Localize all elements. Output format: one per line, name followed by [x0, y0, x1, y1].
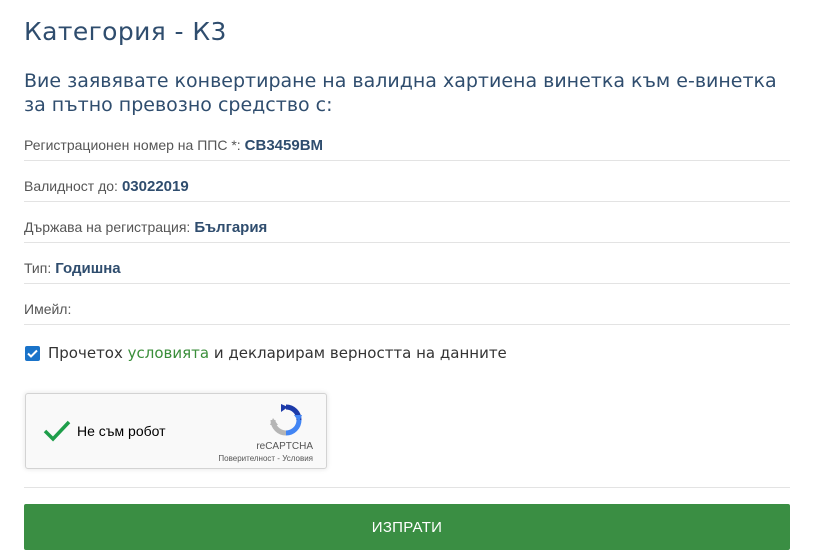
recaptcha-logo-icon [270, 404, 302, 436]
field-registration-number: Регистрационен номер на ППС *: СВ3459ВМ [24, 120, 790, 161]
submit-button[interactable]: ИЗПРАТИ [24, 504, 790, 550]
recaptcha-terms-link[interactable]: Условия [282, 454, 313, 463]
field-value: Годишна [55, 260, 121, 277]
field-valid-until: Валидност до: 03022019 [24, 161, 790, 202]
recaptcha-brand: reCAPTCHA [256, 441, 313, 452]
intro-text: Вие заявявате конвертиране на валидна ха… [24, 69, 784, 117]
field-type: Тип: Годишна [24, 243, 790, 284]
field-value: СВ3459ВМ [244, 137, 324, 154]
field-value: 03022019 [121, 178, 189, 195]
recaptcha-widget: Не съм робот reCAPTCHA Поверителност - У… [25, 393, 327, 469]
recaptcha-links: Поверителност - Условия [218, 454, 313, 463]
field-value: България [194, 219, 268, 236]
field-label: Държава на регистрация: [24, 219, 191, 235]
divider [24, 487, 790, 488]
agreement-text-before: Прочетох [48, 344, 128, 362]
terms-link[interactable]: условията [128, 344, 209, 362]
field-email: Имейл: [24, 284, 790, 325]
intro-line-1: Вие заявявате конвертиране на валидна ха… [24, 70, 777, 92]
agreement-checkbox[interactable] [25, 345, 40, 361]
field-label: Валидност до: [24, 178, 118, 194]
field-label: Регистрационен номер на ППС *: [24, 137, 241, 153]
page-title: Категория - К3 [24, 17, 227, 46]
recaptcha-label: Не съм робот [77, 423, 166, 439]
recaptcha-privacy-link[interactable]: Поверителност [218, 454, 275, 463]
checkmark-icon [27, 349, 38, 358]
agreement-text: Прочетох условията и декларирам верностт… [48, 344, 507, 362]
recaptcha-checkmark-icon[interactable] [42, 416, 72, 446]
field-country: Държава на регистрация: България [24, 202, 790, 243]
field-label: Имейл: [24, 301, 72, 317]
field-label: Тип: [24, 260, 52, 276]
intro-line-2: за пътно превозно средство с: [24, 94, 333, 116]
agreement-row: Прочетох условията и декларирам верностт… [25, 343, 507, 363]
agreement-text-after: и декларирам верността на данните [209, 344, 507, 362]
